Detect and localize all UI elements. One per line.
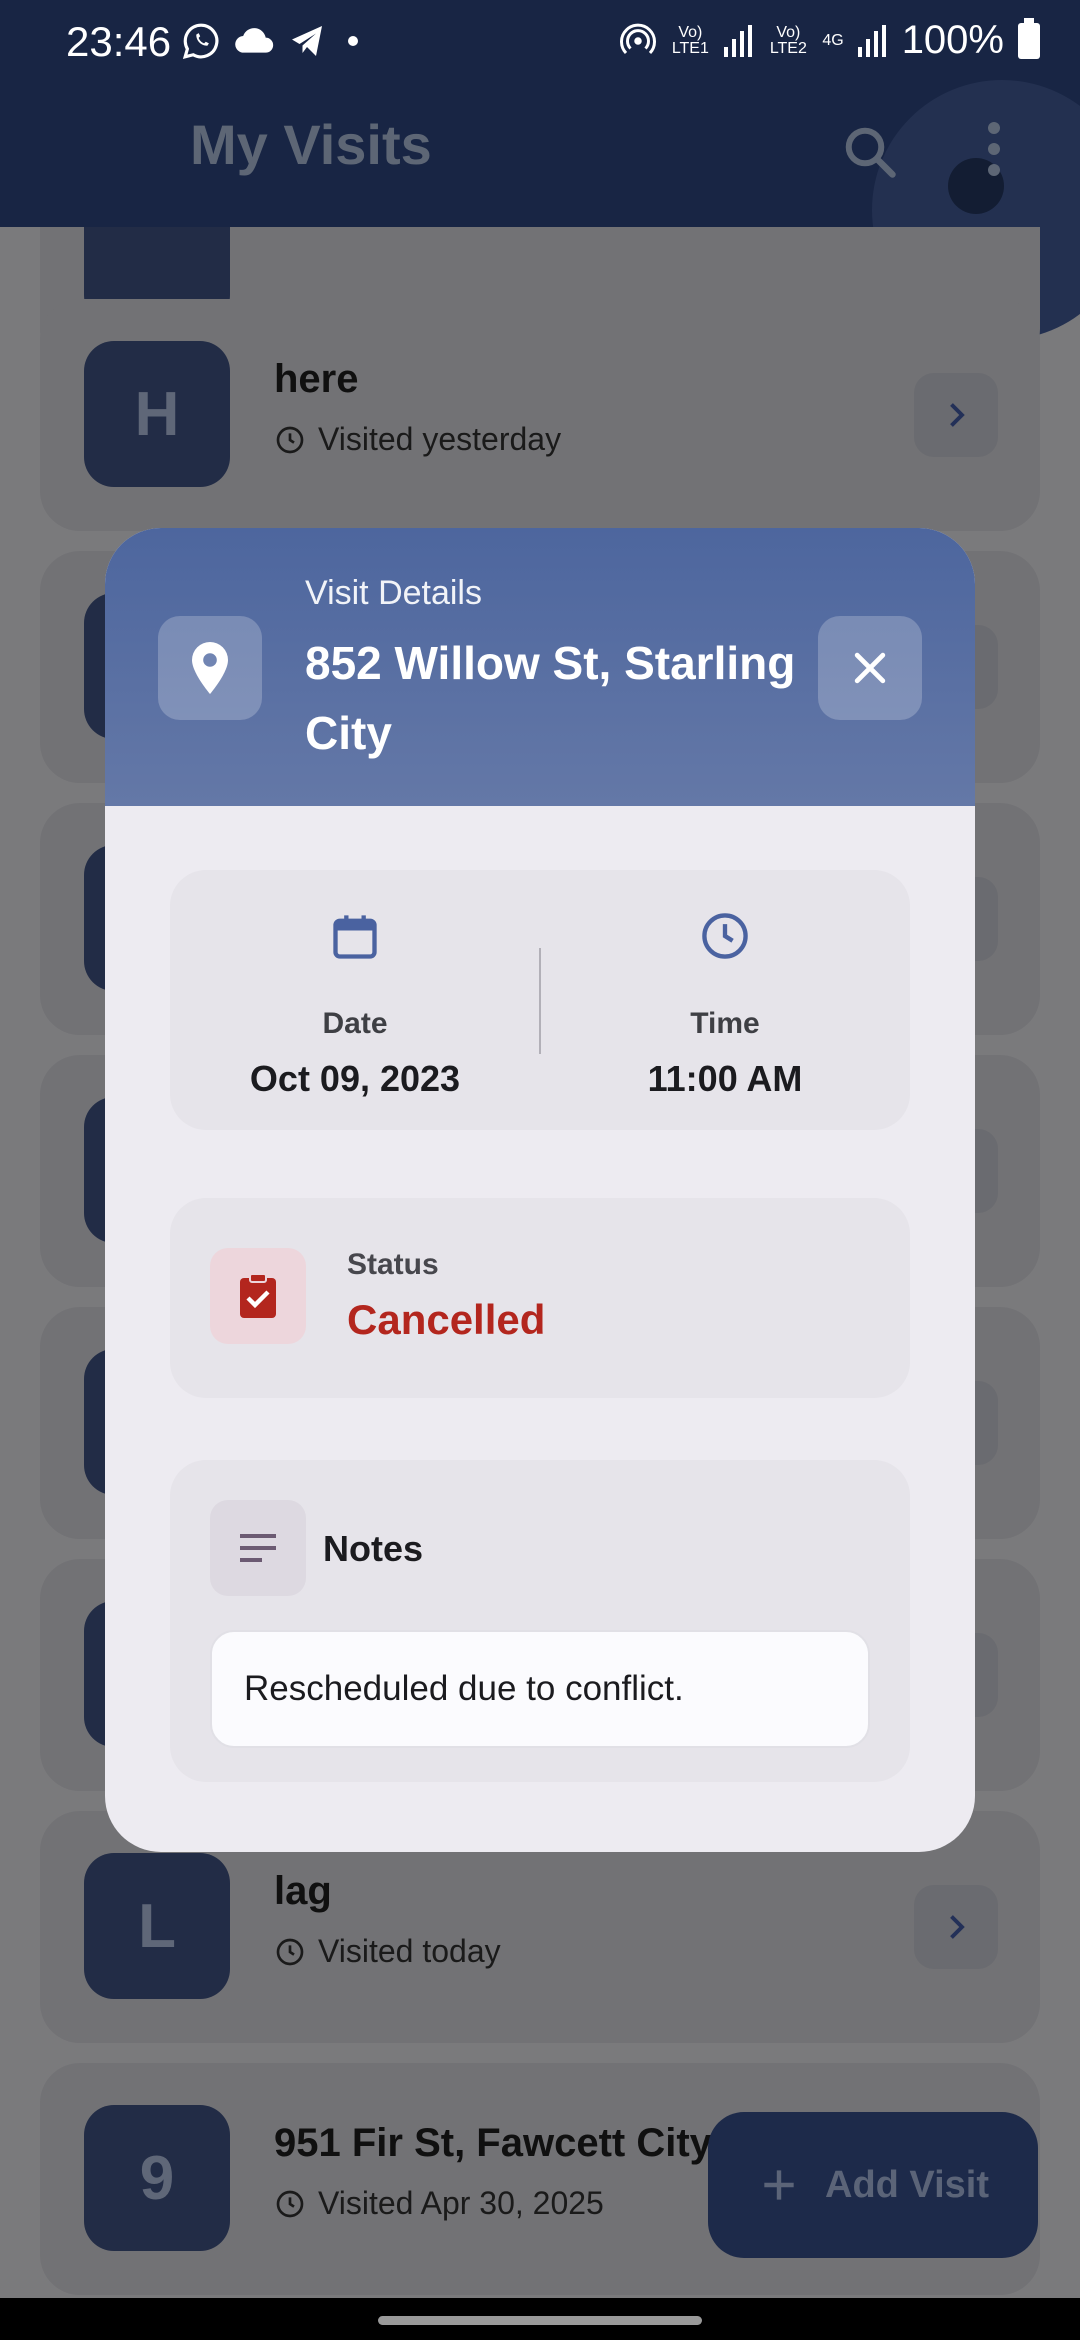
visit-details-dialog: Visit Details 852 Willow St, Starling Ci… xyxy=(105,528,975,1852)
avatar: 9 xyxy=(84,2105,230,2251)
location-pin-icon xyxy=(158,616,262,720)
dialog-title: 852 Willow St, Starling City xyxy=(305,637,796,759)
network-type: 4G xyxy=(822,31,844,49)
chevron-right-icon[interactable] xyxy=(914,1885,998,1969)
notes-label: Notes xyxy=(323,1528,424,1569)
close-icon xyxy=(854,652,886,684)
status-right: Vo) LTE1 Vo) LTE2 4G 100% xyxy=(620,17,1040,63)
notes-card: Notes Rescheduled due to conflict. xyxy=(170,1460,910,1782)
lte1-label: Vo) LTE1 xyxy=(671,23,709,57)
visit-date: Visited yesterday xyxy=(318,421,562,457)
battery-icon xyxy=(1018,17,1040,59)
home-gesture-bar[interactable] xyxy=(378,2316,702,2325)
status-time: 23:46 xyxy=(66,18,172,65)
more-vert-icon[interactable] xyxy=(986,122,1002,182)
time-value: 11:00 AM xyxy=(647,1058,803,1099)
hotspot-icon xyxy=(620,23,657,54)
app-bar: 23:46 Vo) LTE1 Vo) LTE2 4G 100% My Visit… xyxy=(0,0,1080,340)
calendar-icon xyxy=(333,915,377,959)
dialog-kicker: Visit Details xyxy=(305,574,482,612)
visit-date: Visited Apr 30, 2025 xyxy=(318,2185,604,2221)
telegram-icon xyxy=(292,26,322,56)
whatsapp-icon xyxy=(182,23,219,60)
avatar: L xyxy=(84,1853,230,1999)
lte2-label: Vo) LTE2 xyxy=(769,23,807,57)
clock-icon xyxy=(276,426,304,453)
status-bar: 23:46 Vo) LTE1 Vo) LTE2 4G 100% xyxy=(0,0,1080,90)
clock-icon xyxy=(276,1938,304,1965)
page-title: My Visits xyxy=(190,113,432,176)
notification-icons xyxy=(182,22,358,60)
signal-2-icon xyxy=(857,24,886,57)
visit-name: lag xyxy=(274,1869,332,1913)
add-visit-button[interactable]: Add Visit xyxy=(708,2112,1038,2258)
visit-name: 951 Fir St, Fawcett City xyxy=(274,2121,712,2165)
dialog-header: Visit Details 852 Willow St, Starling Ci… xyxy=(105,528,975,806)
notes-text: Rescheduled due to conflict. xyxy=(210,1630,870,1748)
clock-icon xyxy=(702,913,748,959)
status-card: Status Cancelled xyxy=(170,1198,910,1398)
visit-date: Visited today xyxy=(318,1933,501,1969)
signal-1-icon xyxy=(724,24,753,57)
visit-subtitle: Visited Apr 30, 2025 xyxy=(274,2185,604,2222)
more-notifications-dot-icon xyxy=(348,36,358,46)
time-section: Time 11:00 AM xyxy=(540,870,910,1130)
battery-percent: 100% xyxy=(901,18,1004,62)
clipboard-check-icon xyxy=(210,1248,306,1344)
visit-subtitle: Visited yesterday xyxy=(274,421,561,458)
chevron-right-icon[interactable] xyxy=(914,373,998,457)
notes-icon xyxy=(210,1500,306,1596)
cloud-icon xyxy=(235,28,274,53)
date-label: Date xyxy=(322,1007,388,1040)
avatar: H xyxy=(84,341,230,487)
date-time-card: Date Oct 09, 2023 Time 11:00 AM xyxy=(170,870,910,1130)
clock-icon xyxy=(276,2190,304,2217)
visit-name: here xyxy=(274,357,359,401)
plus-icon xyxy=(764,2170,794,2200)
add-visit-label: Add Visit xyxy=(825,2163,989,2206)
status-label: Status xyxy=(347,1248,439,1281)
search-icon[interactable] xyxy=(840,122,900,182)
date-value: Oct 09, 2023 xyxy=(249,1058,461,1099)
time-label: Time xyxy=(690,1007,760,1040)
visit-subtitle: Visited today xyxy=(274,1933,501,1970)
status-value: Cancelled xyxy=(347,1296,546,1343)
date-section: Date Oct 09, 2023 xyxy=(170,870,540,1130)
close-button[interactable] xyxy=(818,616,922,720)
list-item[interactable]: H here Visited yesterday xyxy=(40,299,1040,531)
